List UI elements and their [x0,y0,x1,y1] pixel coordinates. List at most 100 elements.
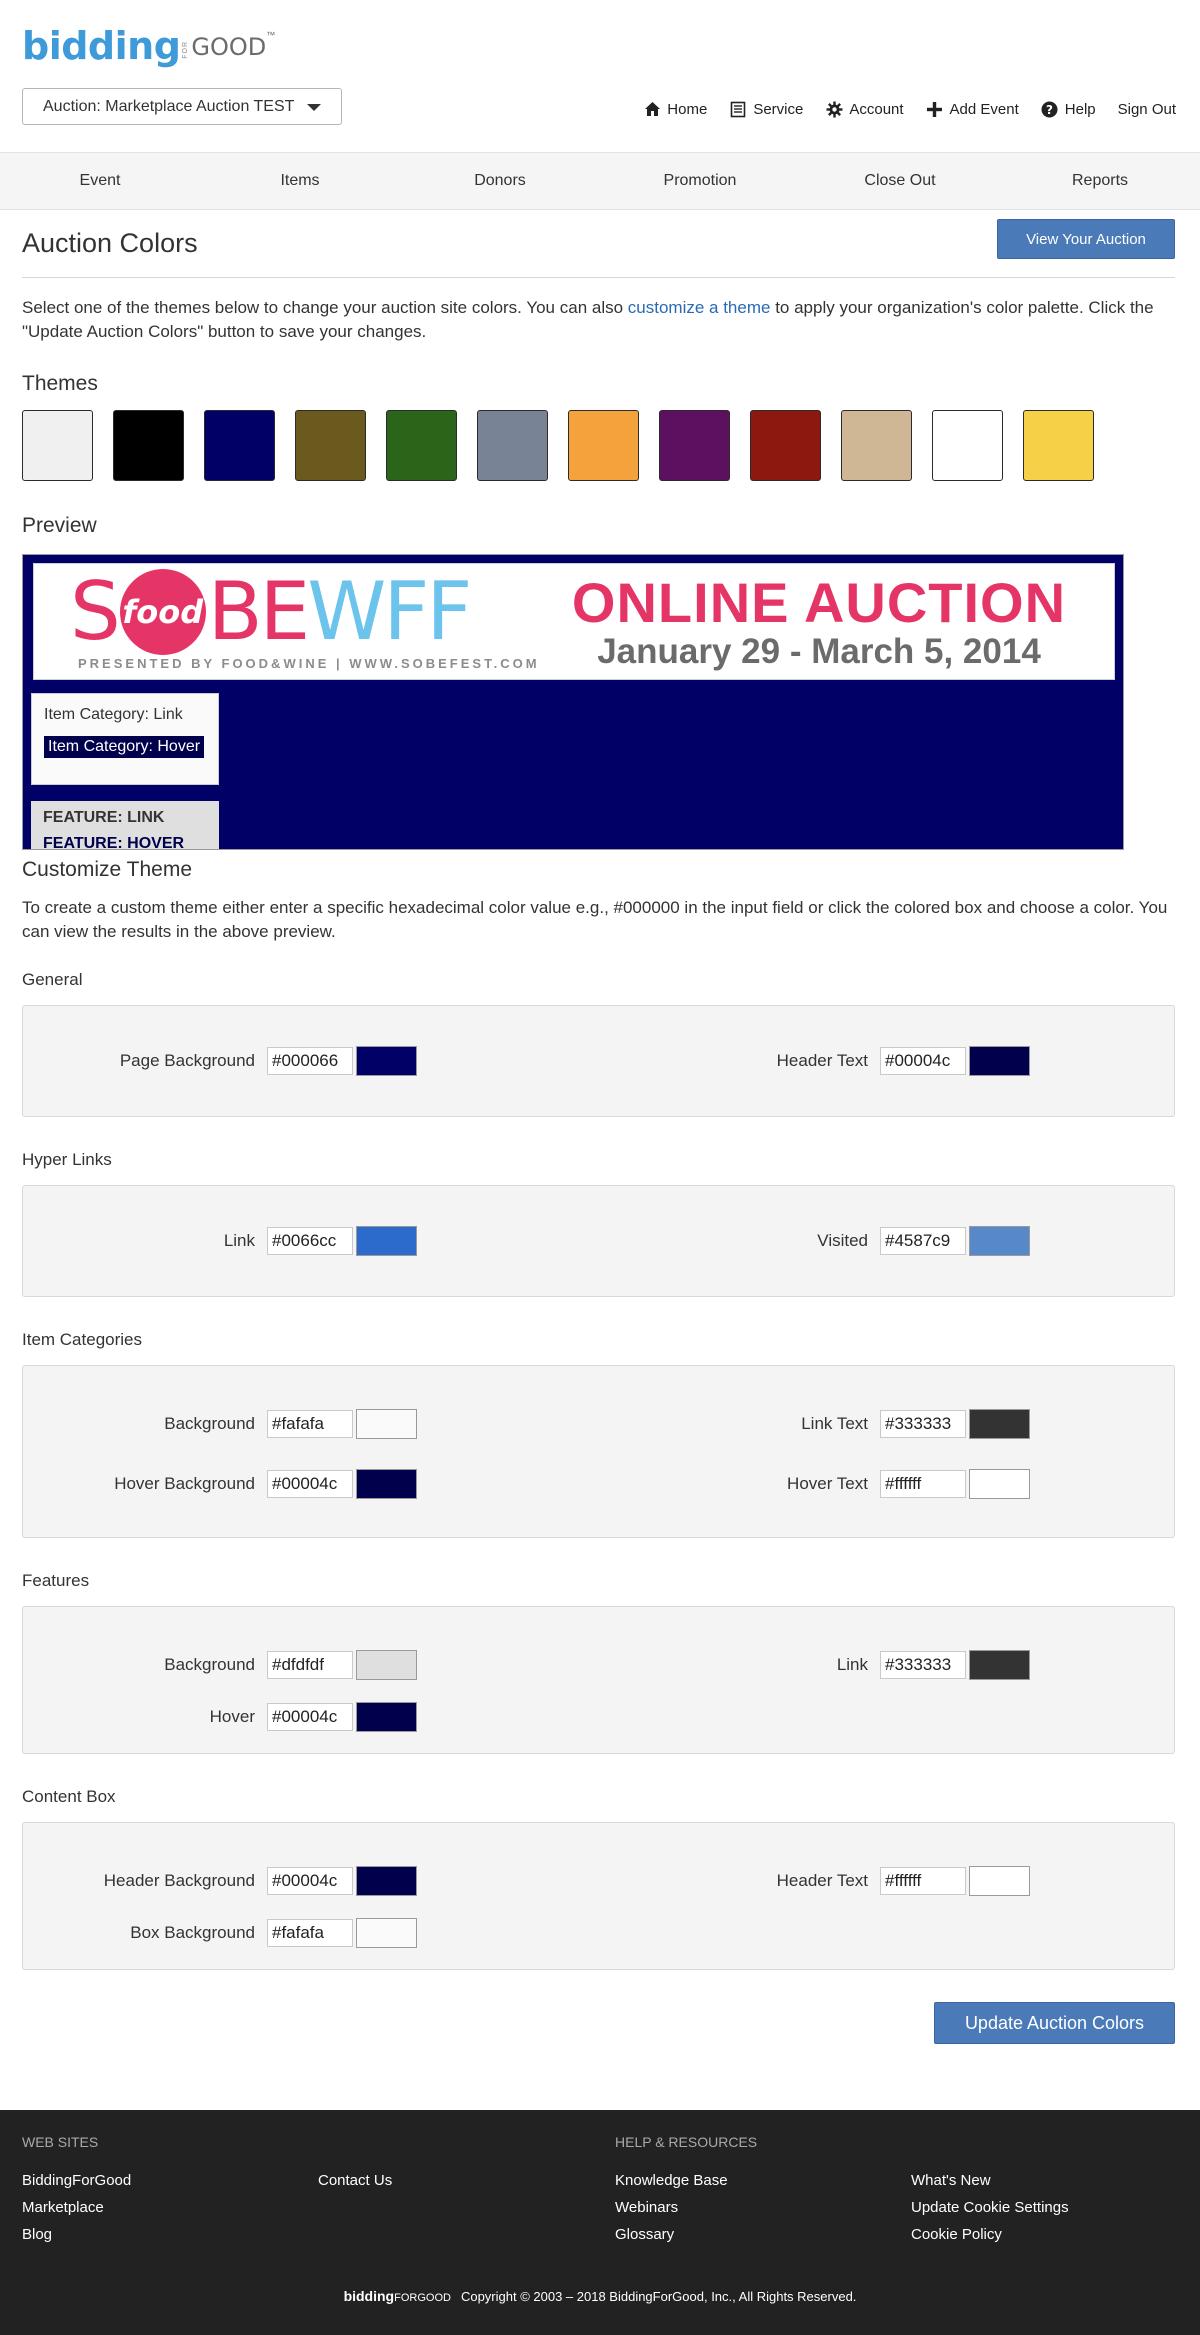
theme-preview: S food BE WFF PRESENTED BY FOOD&WINE | W… [22,554,1124,850]
tab-items[interactable]: Items [200,153,400,209]
footer-link-webinars[interactable]: Webinars [615,2199,757,2216]
category-hover-background-color-box[interactable] [356,1469,417,1499]
nav-add-event[interactable]: Add Event [926,100,1019,118]
theme-swatch-olive[interactable] [295,410,366,481]
category-link-text-input[interactable]: #333333 [880,1410,966,1438]
general-panel: Page Background #000066 Header Text #000… [22,1005,1175,1117]
header-text-input[interactable]: #00004c [880,1047,966,1075]
biddingforgood-logo[interactable]: bidding FOR GOOD ™ [22,18,275,68]
visited-row: Visited #4587c9 [668,1226,1030,1256]
update-auction-colors-button[interactable]: Update Auction Colors [934,2002,1175,2044]
preview-category-hover[interactable]: Item Category: Hover [44,736,205,758]
sobe-s-letter: S [70,565,121,658]
page-background-input[interactable]: #000066 [267,1047,353,1075]
category-background-input[interactable]: #fafafa [267,1410,353,1438]
view-your-auction-button[interactable]: View Your Auction [997,219,1175,259]
footer-help-heading: HELP & RESOURCES [615,2134,758,2150]
footer-web-sites-col1: WEB SITES BiddingForGood Marketplace Blo… [22,2134,131,2253]
top-header: bidding FOR GOOD ™ Auction: Marketplace … [0,0,1200,152]
feature-hover-color-box[interactable] [356,1702,417,1732]
footer-link-knowledge-base[interactable]: Knowledge Base [615,2172,757,2189]
category-link-text-row: Link Text #333333 [668,1409,1030,1439]
footer-link-cookie-policy[interactable]: Cookie Policy [911,2226,1069,2243]
feature-link-color-box[interactable] [969,1650,1030,1680]
tab-close-out[interactable]: Close Out [800,153,1000,209]
theme-swatch-purple[interactable] [659,410,730,481]
online-auction-text: ONLINE AUCTION [571,571,1067,634]
theme-swatch-white[interactable] [932,410,1003,481]
theme-swatch-navy[interactable] [204,410,275,481]
page-background-color-box[interactable] [356,1046,417,1076]
nav-account[interactable]: Account [825,100,904,118]
link-input[interactable]: #0066cc [267,1227,353,1255]
theme-swatch-green[interactable] [386,410,457,481]
nav-service[interactable]: Service [729,100,803,118]
food-network-logo: food [119,569,206,655]
link-row: Link #0066cc [23,1226,417,1256]
category-hover-text-input[interactable]: #ffffff [880,1470,966,1498]
category-link-text-color-box[interactable] [969,1409,1030,1439]
preview-feature-hover[interactable]: FEATURE: HOVER [43,835,207,849]
themes-heading: Themes [22,372,98,395]
category-hover-text-color-box[interactable] [969,1469,1030,1499]
footer-link-whats-new[interactable]: What's New [911,2172,1069,2189]
nav-sign-out[interactable]: Sign Out [1118,100,1176,118]
footer-logo[interactable]: biddingFORGOOD [344,2288,451,2304]
content-box-background-color-box[interactable] [356,1918,417,1948]
nav-home[interactable]: Home [643,100,707,118]
nav-sign-out-label: Sign Out [1117,100,1176,118]
footer-logo-good: FORGOOD [394,2292,451,2304]
content-header-text-color-box[interactable] [969,1866,1030,1896]
customize-theme-link[interactable]: customize a theme [628,298,771,317]
tab-donors[interactable]: Donors [400,153,600,209]
theme-swatch-yellow[interactable] [1023,410,1094,481]
footer-link-blog[interactable]: Blog [22,2226,131,2243]
feature-background-input[interactable]: #dfdfdf [267,1651,353,1679]
preview-feature-link[interactable]: FEATURE: LINK [43,809,207,827]
link-color-box[interactable] [356,1226,417,1256]
feature-background-color-box[interactable] [356,1650,417,1680]
footer-link-glossary[interactable]: Glossary [615,2226,757,2243]
feature-link-input[interactable]: #333333 [880,1651,966,1679]
content-header-background-color-box[interactable] [356,1866,417,1896]
caret-down-icon [307,104,321,111]
service-icon [729,100,747,118]
theme-swatch-slate[interactable] [477,410,548,481]
theme-swatch-orange[interactable] [568,410,639,481]
tab-reports[interactable]: Reports [1000,153,1200,209]
footer-link-marketplace[interactable]: Marketplace [22,2199,131,2216]
content-header-text-label: Header Text [776,1871,868,1890]
category-hover-text-label: Hover Text [787,1474,868,1493]
footer-link-biddingforgood[interactable]: BiddingForGood [22,2172,131,2189]
content-box-background-input[interactable]: #fafafa [267,1919,353,1947]
content-header-background-label: Header Background [103,1871,255,1890]
footer-logo-main: bidding [343,2288,395,2304]
theme-swatch-red[interactable] [750,410,821,481]
theme-swatch-black[interactable] [113,410,184,481]
theme-swatch-light-gray[interactable] [22,410,93,481]
hyperlinks-title: Hyper Links [22,1150,112,1169]
theme-swatch-tan[interactable] [841,410,912,481]
preview-category-link[interactable]: Item Category: Link [44,706,206,724]
content-header-text-input[interactable]: #ffffff [880,1867,966,1895]
auction-dates-text: January 29 - March 5, 2014 [597,632,1041,671]
tab-promotion[interactable]: Promotion [600,153,800,209]
category-background-label: Background [164,1414,255,1433]
hyperlinks-panel: Link #0066cc Visited #4587c9 [22,1185,1175,1297]
nav-help[interactable]: ? Help [1041,100,1096,118]
auction-select[interactable]: Auction: Marketplace Auction TEST [22,88,342,125]
footer-link-update-cookie-settings[interactable]: Update Cookie Settings [911,2199,1069,2216]
content-header-background-input[interactable]: #00004c [267,1867,353,1895]
visited-input[interactable]: #4587c9 [880,1227,966,1255]
feature-hover-input[interactable]: #00004c [267,1703,353,1731]
category-background-color-box[interactable] [356,1409,417,1439]
tab-event[interactable]: Event [0,153,200,209]
category-hover-background-input[interactable]: #00004c [267,1470,353,1498]
footer-copyright: Copyright © 2003 – 2018 BiddingForGood, … [460,2288,857,2304]
visited-color-box[interactable] [969,1226,1030,1256]
logo-trademark: ™ [266,30,276,40]
header-text-color-box[interactable] [969,1046,1030,1076]
footer-link-contact-us[interactable]: Contact Us [318,2172,392,2189]
customize-heading: Customize Theme [22,858,193,881]
auction-select-value: Auction: Marketplace Auction TEST [43,97,295,115]
